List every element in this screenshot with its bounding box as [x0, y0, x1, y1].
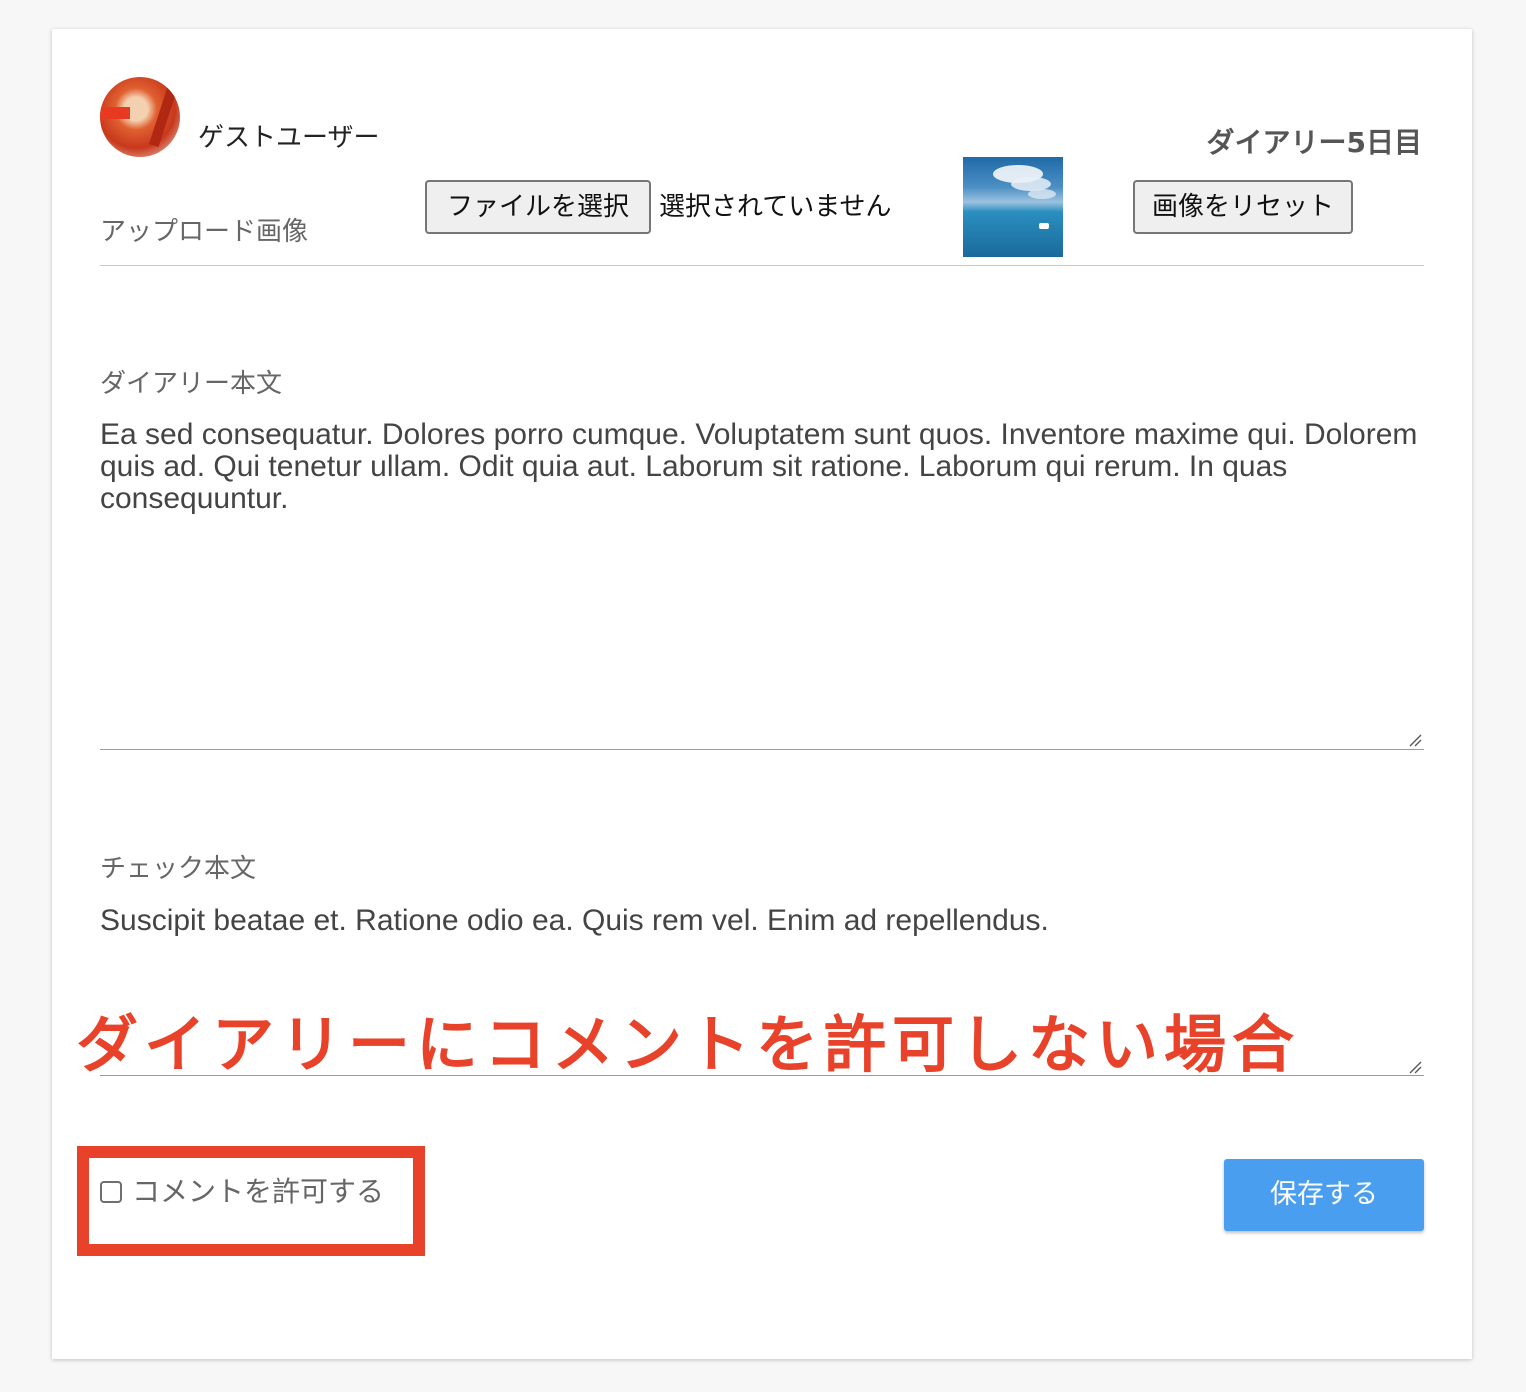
check-body-label: チェック本文 [100, 854, 257, 884]
diary-body-textarea[interactable]: Ea sed consequatur. Dolores porro cumque… [100, 419, 1426, 515]
uploaded-image-thumbnail [963, 157, 1063, 257]
avatar [100, 77, 180, 157]
user-name: ゲストユーザー [198, 123, 380, 153]
allow-comments-checkbox[interactable] [100, 1181, 122, 1203]
resize-grip-icon[interactable] [1408, 733, 1422, 747]
choose-file-button[interactable]: ファイルを選択 [425, 180, 651, 234]
resize-grip-icon[interactable] [1408, 1060, 1422, 1074]
annotation-text: ダイアリーにコメントを許可しない場合 [76, 1008, 1301, 1081]
diary-form-card: ゲストユーザー ダイアリー5日目 アップロード画像 ファイルを選択 選択されてい… [52, 29, 1472, 1359]
allow-comments-label[interactable]: コメントを許可する [132, 1178, 384, 1206]
diary-body-underline [100, 749, 1424, 750]
upload-image-label: アップロード画像 [100, 217, 309, 247]
diary-title: ダイアリー5日目 [1206, 126, 1422, 159]
save-button[interactable]: 保存する [1224, 1159, 1424, 1231]
allow-comments-row[interactable]: コメントを許可する [100, 1178, 384, 1206]
divider [100, 265, 1424, 266]
file-status-text: 選択されていません [659, 192, 892, 222]
reset-image-button[interactable]: 画像をリセット [1133, 180, 1353, 234]
check-body-textarea[interactable]: Suscipit beatae et. Ratione odio ea. Qui… [100, 905, 1426, 937]
diary-body-label: ダイアリー本文 [100, 369, 283, 399]
